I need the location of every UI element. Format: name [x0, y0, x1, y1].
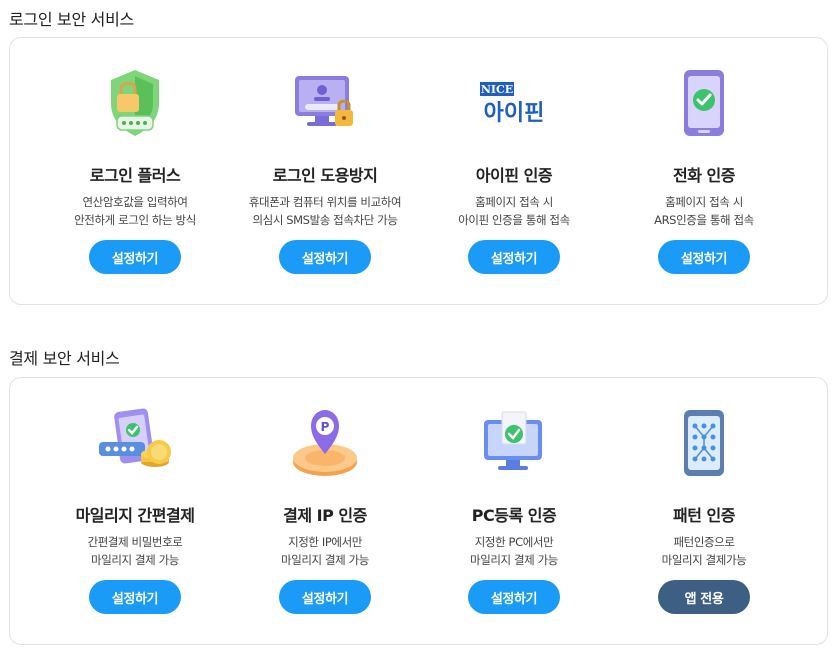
mileage-payment-setup-button[interactable]: 설정하기	[89, 580, 181, 614]
card-description: 홈페이지 접속 시 아이핀 인증을 통해 접속	[458, 195, 570, 227]
card-title: 패턴 인증	[673, 506, 735, 525]
mileage-payment-icon	[99, 408, 171, 467]
card-description: 간편결제 비밀번호로 마일리지 결제 가능	[87, 535, 183, 567]
card-title: 아이핀 인증	[475, 166, 553, 185]
pc-registration-card: PC등록 인증 지정한 PC에서만 마일리지 결제 가능 설정하기	[419, 378, 609, 644]
pattern-phone-icon	[684, 410, 724, 476]
monitor-lock-icon	[295, 76, 353, 126]
payment-ip-auth-card: P 결제 IP 인증 지정한 IP에서만 마일리지 결제 가능 설정하기	[230, 378, 420, 644]
card-title: 전화 인증	[673, 166, 735, 185]
card-title: PC등록 인증	[471, 506, 557, 525]
ipin-card: NICE 아이핀 아이핀 인증 홈페이지 접속 시 아이핀 인증을 통해 접속 …	[419, 38, 609, 304]
pc-registration-setup-button[interactable]: 설정하기	[468, 580, 560, 614]
phone-auth-card: 전화 인증 홈페이지 접속 시 ARS인증을 통해 접속 설정하기	[609, 38, 799, 304]
card-title: 로그인 도용방지	[272, 166, 378, 185]
svg-text:NICE: NICE	[481, 83, 513, 96]
card-description: 홈페이지 접속 시 ARS인증을 통해 접속	[654, 195, 754, 227]
card-description: 휴대폰과 컴퓨터 위치를 비교하여 의심시 SMS발송 접속차단 가능	[248, 195, 402, 227]
shield-lock-icon	[111, 70, 159, 136]
card-description: 지정한 IP에서만 마일리지 결제 가능	[281, 535, 369, 567]
payment-ip-auth-setup-button[interactable]: 설정하기	[279, 580, 371, 614]
phone-check-icon	[684, 70, 724, 136]
pc-check-icon	[484, 411, 542, 470]
login-theft-prevention-card: 로그인 도용방지 휴대폰과 컴퓨터 위치를 비교하여 의심시 SMS발송 접속차…	[230, 38, 420, 304]
card-description: 연산암호값을 입력하여 안전하게 로그인 하는 방식	[74, 195, 196, 227]
card-title: 로그인 플러스	[89, 166, 181, 185]
card-description: 지정한 PC에서만 마일리지 결제 가능	[470, 535, 558, 567]
phone-auth-setup-button[interactable]: 설정하기	[658, 240, 750, 274]
login-theft-prevention-setup-button[interactable]: 설정하기	[279, 240, 371, 274]
location-pin-icon: P	[293, 410, 357, 476]
payment-section-title: 결제 보안 서비스	[9, 349, 120, 368]
app-only-button[interactable]: 앱 전용	[658, 580, 750, 614]
login-plus-setup-button[interactable]: 설정하기	[89, 240, 181, 274]
card-description: 패턴인증으로 마일리지 결제가능	[661, 535, 747, 567]
payment-security-panel: 마일리지 간편결제 간편결제 비밀번호로 마일리지 결제 가능 설정하기 P 결…	[9, 377, 828, 645]
svg-text:아이핀: 아이핀	[484, 101, 545, 126]
login-security-panel: 로그인 플러스 연산암호값을 입력하여 안전하게 로그인 하는 방식 설정하기 …	[9, 37, 828, 305]
nice-ipin-logo: NICE 아이핀	[480, 82, 545, 126]
card-title: 마일리지 간편결제	[75, 506, 195, 525]
svg-text:P: P	[321, 420, 330, 434]
mileage-payment-card: 마일리지 간편결제 간편결제 비밀번호로 마일리지 결제 가능 설정하기	[40, 378, 230, 644]
pattern-auth-card: 패턴 인증 패턴인증으로 마일리지 결제가능 앱 전용	[609, 378, 799, 644]
login-section-title: 로그인 보안 서비스	[9, 10, 134, 29]
card-title: 결제 IP 인증	[283, 506, 367, 525]
login-plus-card: 로그인 플러스 연산암호값을 입력하여 안전하게 로그인 하는 방식 설정하기	[40, 38, 230, 304]
ipin-setup-button[interactable]: 설정하기	[468, 240, 560, 274]
